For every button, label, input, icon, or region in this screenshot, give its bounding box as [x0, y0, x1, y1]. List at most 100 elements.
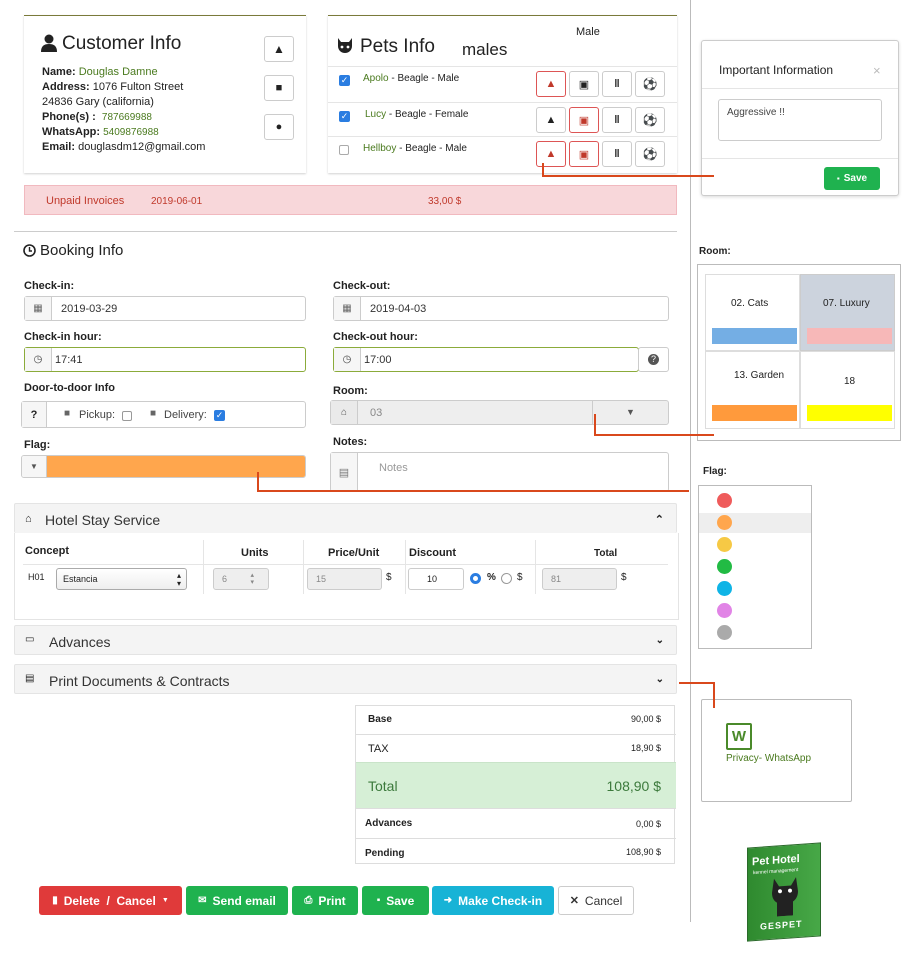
whatsapp-link[interactable]: 5409876988 [103, 127, 159, 138]
money-icon: ▭ [25, 634, 35, 645]
close-icon[interactable]: × [873, 63, 881, 78]
room-option-selected[interactable]: 07. Luxury [800, 274, 895, 351]
percent-radio[interactable] [470, 573, 481, 584]
concept-select[interactable]: Estancia ▴ ▾ [56, 568, 187, 590]
customer-location-button[interactable]: ● [264, 114, 294, 140]
pet-play-button[interactable]: ⚽ [635, 107, 665, 133]
cancel-button[interactable]: ✕ Cancel [558, 886, 634, 915]
delete-cancel-button[interactable]: ▮ Delete / Cancel ▼ [39, 886, 182, 915]
room-color-bar [807, 405, 892, 421]
save-button[interactable]: ▪ Save [362, 886, 429, 915]
pet-medical-button[interactable]: ▣ [569, 107, 599, 133]
flag-red-option[interactable] [717, 493, 732, 508]
pet-medical-button[interactable]: ▣ [569, 71, 599, 97]
customer-name-link[interactable]: Douglas Damne [79, 66, 158, 78]
pet-checkbox[interactable] [339, 145, 349, 155]
pet-play-button[interactable]: ⚽ [635, 71, 665, 97]
chevron-down-icon: ⌄ [655, 674, 664, 685]
customer-warning-button[interactable]: ▲ [264, 36, 294, 62]
important-note-textarea[interactable]: Aggressive !! [718, 99, 882, 141]
flag-gray-option[interactable] [717, 625, 732, 640]
customer-info-panel: Customer Info Name: Douglas Damne Addres… [24, 15, 306, 173]
flag-orange-option[interactable] [717, 515, 732, 530]
pet-row: ✓ Apolo - Beagle - Male ▲ ▣ ǁ ⚽ [328, 66, 677, 100]
make-checkin-button[interactable]: ➜ Make Check-in [432, 886, 554, 915]
room-option[interactable]: 13. Garden [705, 351, 800, 429]
customer-transport-button[interactable]: ■ [264, 75, 294, 101]
medkit-icon: ▣ [578, 114, 590, 127]
pet-checkbox[interactable]: ✓ [339, 75, 350, 86]
discount-input[interactable]: 10 [408, 568, 464, 590]
checkout-hour-input[interactable]: ◷ 17:00 [333, 347, 639, 372]
floppy-icon: ▪ [376, 895, 381, 906]
pet-name-link[interactable]: Lucy [365, 109, 386, 120]
pet-checkbox[interactable]: ✓ [339, 111, 350, 122]
word-document-icon[interactable]: W [726, 723, 752, 750]
checkin-hour-input[interactable]: ◷ 17:41 [24, 347, 306, 372]
pet-food-button[interactable]: ǁ [602, 71, 632, 97]
calendar-icon: ▦ [25, 297, 52, 320]
delivery-label: Delivery: [164, 409, 207, 421]
cutlery-icon: ǁ [614, 114, 620, 126]
warning-icon: ▲ [273, 42, 285, 56]
room-select[interactable]: ⌂ 03 ▼ [330, 400, 669, 425]
flag-blue-option[interactable] [717, 581, 732, 596]
paw-icon [338, 38, 352, 53]
pet-medical-button[interactable]: ▣ [569, 141, 599, 167]
hotel-stay-header[interactable]: ⌂ Hotel Stay Service ⌃ [14, 503, 677, 533]
help-button[interactable]: ? [638, 347, 669, 372]
flag-select[interactable]: ▼ [21, 455, 306, 478]
price-input[interactable]: 15 [307, 568, 382, 590]
total-input[interactable]: 81 [542, 568, 617, 590]
print-documents-header[interactable]: ▤ Print Documents & Contracts ⌄ [14, 664, 677, 694]
unpaid-invoices-bar[interactable]: Unpaid Invoices 2019-06-01 33,00 $ [24, 185, 677, 215]
pickup-checkbox[interactable] [122, 411, 132, 421]
advances-header[interactable]: ▭ Advances ⌄ [14, 625, 677, 655]
phone-link[interactable]: 787669988 [102, 112, 152, 123]
pet-name-link[interactable]: Hellboy [363, 143, 396, 154]
checkout-date-input[interactable]: ▦ 2019-04-03 [333, 296, 669, 321]
room-option[interactable]: 18 [800, 351, 895, 429]
warning-icon: ▲ [545, 114, 557, 126]
flag-pink-option[interactable] [717, 603, 732, 618]
pet-play-button[interactable]: ⚽ [635, 141, 665, 167]
pet-name-link[interactable]: Apolo [363, 73, 389, 84]
door-help-icon: ? [22, 402, 47, 427]
notes-textarea[interactable]: ▤ Notes [330, 452, 669, 492]
room-option[interactable]: 02. Cats [705, 274, 800, 351]
col-discount: Discount [409, 547, 457, 559]
flag-green-option[interactable] [717, 559, 732, 574]
caret-down-icon: ▼ [161, 897, 169, 904]
notes-placeholder: Notes [379, 462, 408, 474]
cutlery-icon: ǁ [614, 78, 620, 90]
ball-icon: ⚽ [642, 77, 658, 91]
booking-title: Booking Info [40, 242, 124, 259]
checkin-date-input[interactable]: ▦ 2019-03-29 [24, 296, 306, 321]
pet-food-button[interactable]: ǁ [602, 141, 632, 167]
print-button[interactable]: ⎙ Print [292, 886, 358, 915]
room-label: Room: [333, 385, 368, 397]
privacy-whatsapp-link[interactable]: Privacy- WhatsApp [726, 753, 811, 764]
ball-icon: ⚽ [642, 113, 658, 127]
product-box-logo: Pet Hotel kennel management GESPET [747, 842, 821, 942]
send-email-button[interactable]: ✉ Send email [186, 886, 288, 915]
door-to-door-group: ? ■ Pickup: ■ Delivery: ✓ [21, 401, 306, 428]
dollar-radio[interactable] [501, 573, 512, 584]
room-color-bar [807, 328, 892, 344]
pet-warning-button[interactable]: ▲ [536, 141, 566, 167]
pet-warning-button[interactable]: ▲ [536, 107, 566, 133]
question-circle-icon: ? [648, 354, 659, 365]
truck-icon: ■ [150, 408, 157, 419]
pet-warning-button[interactable]: ▲ [536, 71, 566, 97]
connector-warning [542, 175, 714, 177]
checkout-hour-label: Check-out hour: [333, 331, 418, 343]
ball-icon: ⚽ [642, 147, 658, 161]
address-line1: 1076 Fulton Street [92, 81, 184, 93]
units-input[interactable]: 6 ▴ ▾ [213, 568, 269, 590]
sign-in-icon: ➜ [443, 895, 453, 906]
hotel-stay-body: Concept Units Price/Unit Discount Total … [14, 533, 679, 620]
flag-yellow-option[interactable] [717, 537, 732, 552]
popup-save-button[interactable]: ▪ Save [824, 167, 880, 190]
pet-food-button[interactable]: ǁ [602, 107, 632, 133]
delivery-checkbox[interactable]: ✓ [214, 410, 225, 421]
